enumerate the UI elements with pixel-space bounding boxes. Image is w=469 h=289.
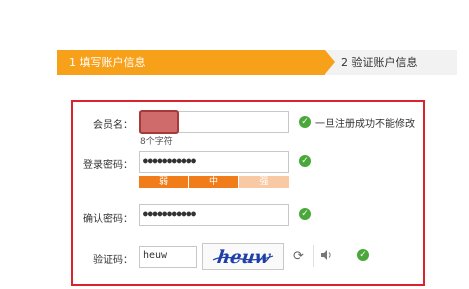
member-name-hint: 8个字符 [140, 137, 173, 147]
captcha-input[interactable]: heuw [139, 246, 197, 268]
registration-page: 1 填写账户信息 2 验证账户信息 会员名： 8个字符 ✓ 一旦注册成功不能修改… [0, 0, 469, 289]
member-name-masked-value [139, 110, 179, 134]
strength-weak-segment: 弱 [139, 176, 188, 188]
password-input[interactable]: ●●●●●●●●●●● [139, 151, 289, 173]
captcha-divider [313, 245, 314, 267]
step-indicator: 1 填写账户信息 2 验证账户信息 [57, 50, 457, 75]
check-circle-icon: ✓ [299, 208, 311, 220]
confirm-password-input[interactable]: ●●●●●●●●●●● [139, 204, 289, 226]
captcha-image-graphic: heuw [212, 247, 274, 268]
strength-strong-segment: 强 [239, 176, 289, 188]
password-strength-meter: 弱 中 强 [139, 176, 289, 188]
captcha-label: 验证码： [93, 255, 133, 266]
speaker-icon[interactable] [320, 249, 332, 265]
step-2-verify-account-info: 2 验证账户信息 [335, 50, 457, 75]
step-1-fill-account-info: 1 填写账户信息 [57, 50, 325, 75]
check-circle-icon: ✓ [299, 155, 311, 167]
confirm-password-label: 确认密码： [83, 214, 133, 225]
captcha-image[interactable]: heuw [202, 243, 284, 270]
refresh-icon[interactable]: ⟳ [293, 249, 304, 264]
member-name-label: 会员名： [93, 120, 133, 131]
strength-medium-segment: 中 [189, 176, 238, 188]
check-circle-icon: ✓ [299, 116, 311, 128]
step-arrow [325, 50, 335, 74]
check-circle-icon: ✓ [357, 249, 369, 261]
member-name-check-hint: 一旦注册成功不能修改 [315, 119, 415, 130]
password-label: 登录密码： [83, 160, 133, 171]
